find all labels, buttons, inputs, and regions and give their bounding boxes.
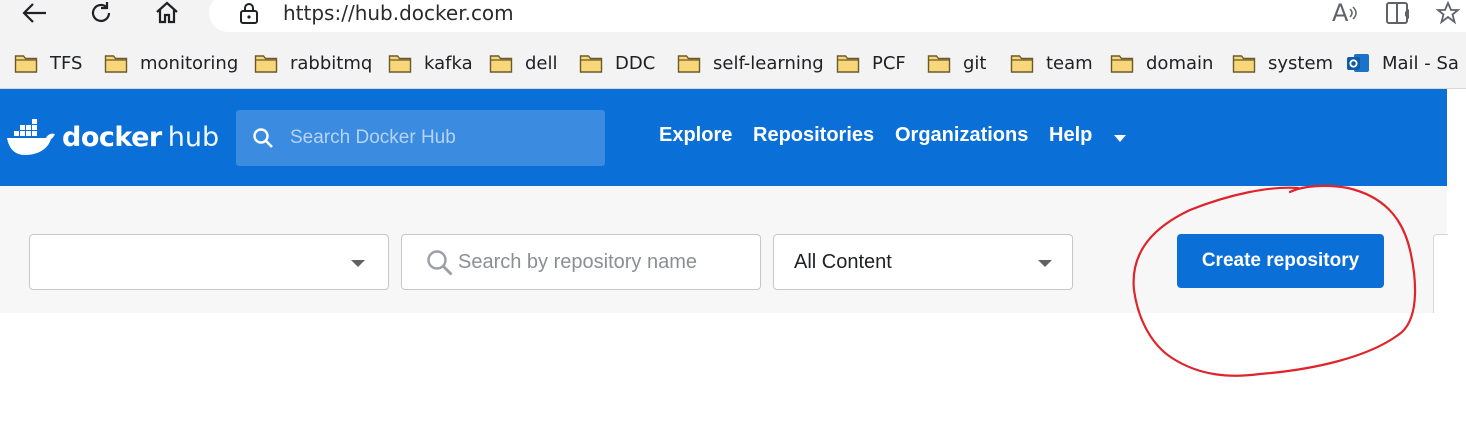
bookmark-label: team xyxy=(1046,52,1093,74)
nav-help[interactable]: Help xyxy=(1049,124,1092,147)
search-icon xyxy=(427,250,453,276)
bookmark-mail-sa[interactable]: Mail - Sa xyxy=(1346,50,1459,76)
browser-toolbar: https://hub.docker.com A xyxy=(0,0,1466,40)
refresh-icon[interactable] xyxy=(86,0,116,26)
bookmark-label: git xyxy=(963,52,987,74)
side-panel-edge xyxy=(1433,234,1448,313)
folder-icon xyxy=(1110,55,1134,73)
folder-icon xyxy=(1232,55,1256,73)
folder-icon xyxy=(1010,55,1034,73)
docker-hub-logo[interactable]: docker hub xyxy=(6,115,219,159)
immersive-reader-icon[interactable] xyxy=(1385,0,1415,26)
folder-icon xyxy=(14,55,38,73)
folder-icon xyxy=(489,55,513,73)
bookmarks-bar: TFS monitoring rabbitmq kafka dell DDC self-le… xyxy=(0,40,1466,89)
namespace-select[interactable] xyxy=(29,234,389,290)
docker-whale-icon xyxy=(7,119,55,155)
nav-organizations[interactable]: Organizations xyxy=(895,124,1028,147)
favorite-star-icon[interactable] xyxy=(1436,0,1460,26)
logo-hub-text: hub xyxy=(167,121,220,153)
chevron-down-icon xyxy=(351,260,365,267)
folder-icon xyxy=(836,55,860,73)
bookmark-pcf[interactable]: PCF xyxy=(836,50,906,76)
logo-docker-text: docker xyxy=(62,121,162,153)
folder-icon xyxy=(677,55,701,73)
bookmark-label: system xyxy=(1268,52,1334,74)
bookmark-kafka[interactable]: kafka xyxy=(388,50,473,76)
bookmark-label: TFS xyxy=(50,52,83,74)
repository-toolbar: All Content Create repository xyxy=(0,186,1448,313)
bookmark-label: rabbitmq xyxy=(290,52,373,74)
bookmark-label: domain xyxy=(1146,52,1214,74)
bookmark-git[interactable]: git xyxy=(927,50,986,76)
repository-search-input[interactable] xyxy=(458,235,748,289)
bookmark-system[interactable]: system xyxy=(1232,50,1333,76)
bookmark-rabbitmq[interactable]: rabbitmq xyxy=(254,50,372,76)
folder-icon xyxy=(927,55,951,73)
hub-search-input[interactable] xyxy=(290,110,590,166)
lock-icon[interactable] xyxy=(234,0,264,26)
read-aloud-icon[interactable]: A xyxy=(1332,0,1358,27)
bookmark-dell[interactable]: dell xyxy=(489,50,558,76)
bookmark-monitoring[interactable]: monitoring xyxy=(104,50,238,76)
folder-icon xyxy=(388,55,412,73)
bookmark-ddc[interactable]: DDC xyxy=(579,50,655,76)
bookmark-team[interactable]: team xyxy=(1010,50,1093,76)
bookmark-self-learning[interactable]: self-learning xyxy=(677,50,824,76)
nav-repositories[interactable]: Repositories xyxy=(753,124,874,147)
outlook-icon xyxy=(1347,54,1369,72)
search-icon xyxy=(253,128,273,148)
folder-icon xyxy=(104,55,128,73)
repository-search-box[interactable] xyxy=(401,234,761,290)
bookmark-domain[interactable]: domain xyxy=(1110,50,1213,76)
hub-search-box[interactable] xyxy=(236,110,605,166)
chevron-down-icon[interactable] xyxy=(1113,134,1127,143)
bookmark-label: DDC xyxy=(615,52,656,74)
back-arrow-icon[interactable] xyxy=(20,0,50,26)
docker-hub-header: docker hub Explore Repositories Organiza… xyxy=(0,89,1447,186)
bookmark-label: kafka xyxy=(424,52,473,74)
bookmark-label: self-learning xyxy=(713,52,824,74)
bookmark-tfs[interactable]: TFS xyxy=(14,50,82,76)
chevron-down-icon xyxy=(1038,260,1052,267)
bookmark-label: Mail - Sa xyxy=(1382,52,1459,74)
folder-icon xyxy=(254,55,278,73)
nav-explore[interactable]: Explore xyxy=(659,124,732,147)
bookmark-label: monitoring xyxy=(140,52,239,74)
home-icon[interactable] xyxy=(152,0,182,26)
bookmark-label: dell xyxy=(525,52,558,74)
url-text[interactable]: https://hub.docker.com xyxy=(283,0,514,26)
content-filter-value: All Content xyxy=(794,251,892,273)
content-filter-select[interactable]: All Content xyxy=(773,234,1073,290)
bookmark-label: PCF xyxy=(872,52,906,74)
folder-icon xyxy=(579,55,603,73)
create-repository-button[interactable]: Create repository xyxy=(1177,234,1384,288)
